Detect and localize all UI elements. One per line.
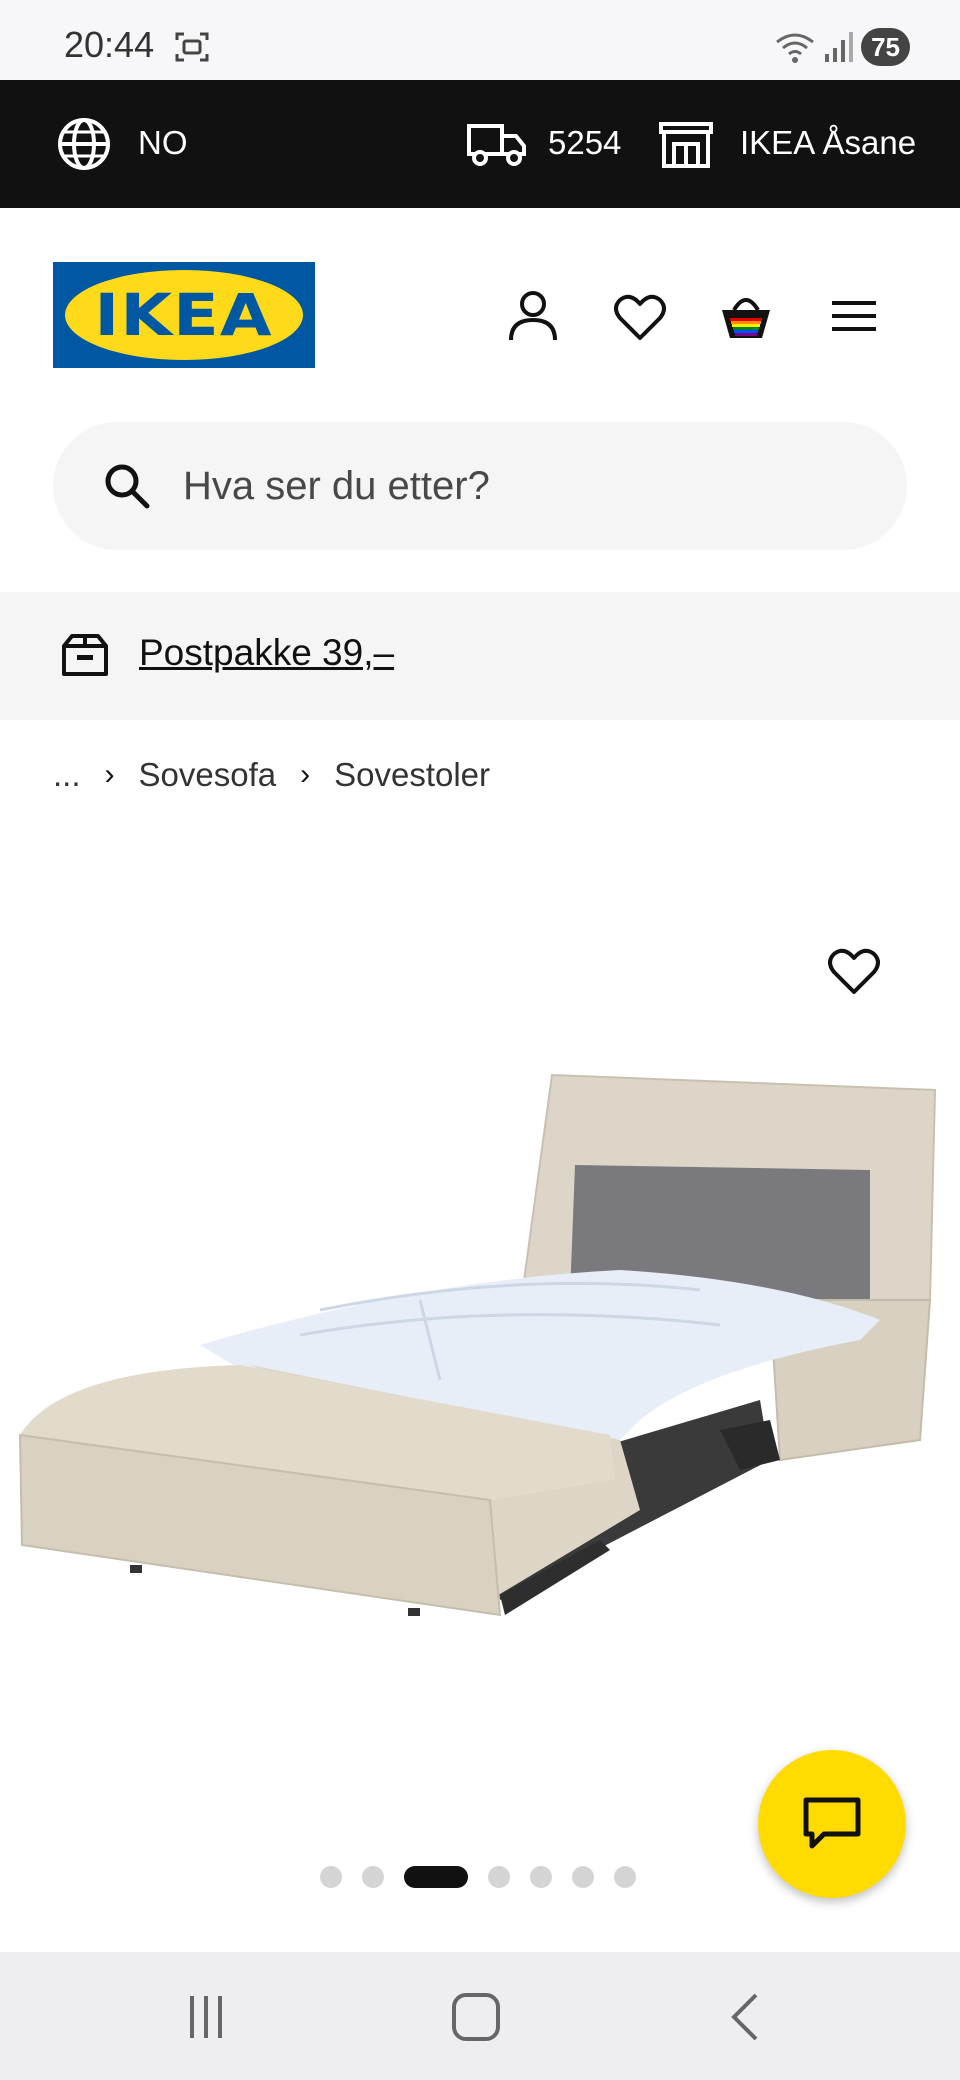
globe-icon[interactable] [56, 116, 112, 172]
postal-code[interactable]: 5254 [548, 124, 621, 162]
user-icon[interactable] [505, 288, 561, 344]
carousel-dot-active[interactable] [404, 1866, 468, 1888]
shopping-bag-icon[interactable] [718, 288, 774, 344]
logo-oval: IKEA [65, 270, 303, 360]
search-input[interactable] [183, 454, 863, 518]
carousel-dot[interactable] [572, 1866, 594, 1888]
carousel-dot[interactable] [530, 1866, 552, 1888]
battery-badge: 75 [861, 28, 910, 66]
system-navigation-bar [0, 1952, 960, 2080]
carousel-dot[interactable] [488, 1866, 510, 1888]
status-time: 20:44 [64, 24, 155, 65]
status-indicators: 75 [775, 28, 910, 66]
add-to-favourites-icon[interactable] [826, 942, 882, 998]
wifi-icon [776, 33, 814, 63]
breadcrumb: ... › Sovesofa › Sovestoler [53, 756, 490, 794]
screenshot-icon [175, 32, 209, 62]
carousel-dot[interactable] [362, 1866, 384, 1888]
store-icon[interactable] [658, 120, 714, 168]
promo-link[interactable]: Postpakke 39,– [139, 632, 394, 674]
chevron-right-icon: › [104, 758, 115, 791]
home-icon[interactable] [446, 1992, 506, 2042]
breadcrumb-sovestoler[interactable]: Sovestoler [334, 756, 490, 794]
logo-text: IKEA [94, 281, 274, 349]
carousel-dot[interactable] [614, 1866, 636, 1888]
heart-icon[interactable] [612, 288, 668, 344]
parcel-icon [62, 634, 108, 676]
chat-icon [803, 1797, 861, 1849]
store-selector[interactable]: IKEA Åsane [740, 124, 916, 162]
top-info-bar: NO 5254 IKEA Åsane [0, 80, 960, 208]
search-bar[interactable] [53, 422, 907, 550]
chevron-right-icon: › [300, 758, 311, 791]
promo-banner: Postpakke 39,– [0, 592, 960, 720]
product-image[interactable] [0, 1040, 960, 1680]
menu-icon[interactable] [826, 288, 882, 344]
carousel-indicator [320, 1866, 636, 1888]
language-selector[interactable]: NO [138, 124, 188, 162]
carousel-dot[interactable] [320, 1866, 342, 1888]
search-icon [105, 464, 150, 509]
breadcrumb-ellipsis[interactable]: ... [53, 756, 81, 794]
recent-apps-icon[interactable] [176, 1992, 236, 2042]
back-icon[interactable] [716, 1992, 776, 2042]
signal-icon [825, 32, 854, 62]
chat-button[interactable] [758, 1750, 906, 1898]
ikea-logo[interactable]: IKEA [53, 262, 315, 368]
delivery-truck-icon[interactable] [466, 120, 528, 168]
status-bar: 20:44 75 [0, 0, 960, 80]
breadcrumb-sovesofa[interactable]: Sovesofa [139, 756, 277, 794]
